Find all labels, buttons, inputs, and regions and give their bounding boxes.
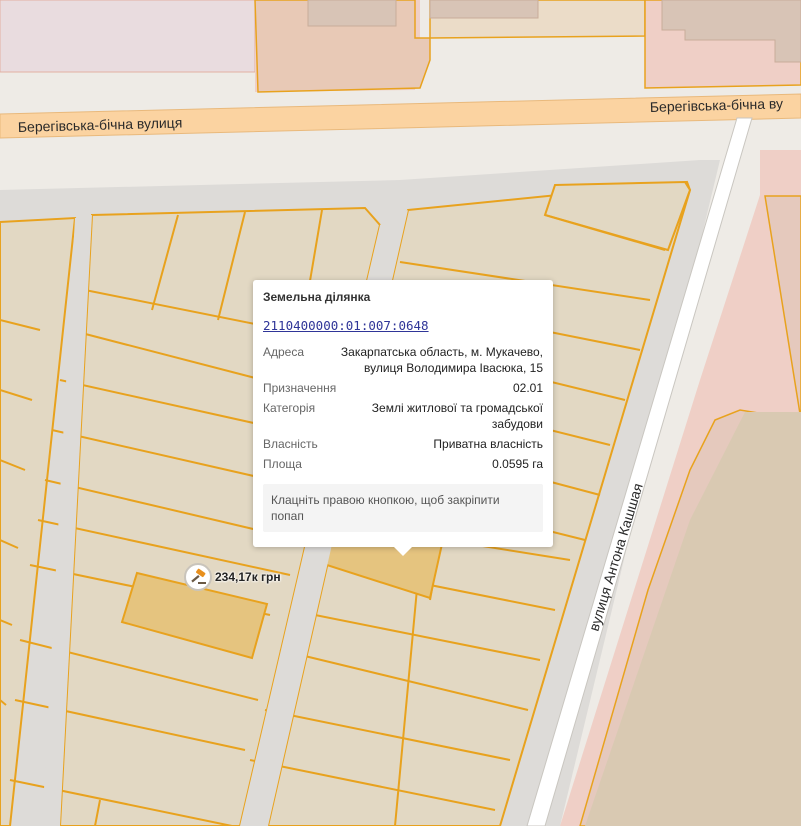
building: [429, 0, 539, 19]
property-row-address: Адреса Закарпатська область, м. Мукачево…: [263, 344, 543, 376]
property-value: Закарпатська область, м. Мукачево, вулиц…: [340, 345, 543, 375]
auction-marker[interactable]: 234,17к грн: [184, 563, 281, 591]
residential-area: [0, 0, 256, 73]
property-value: Землі житлової та громадської забудови: [371, 401, 543, 431]
property-key: Призначення: [263, 381, 337, 395]
property-key: Категорія: [263, 401, 316, 415]
cadastral-number-link[interactable]: 2110400000:01:007:0648: [263, 318, 429, 333]
building: [307, 0, 397, 27]
property-key: Власність: [263, 437, 318, 451]
property-row-ownership: Власність Приватна власність: [263, 436, 543, 452]
property-row-purpose: Призначення 02.01: [263, 380, 543, 396]
property-row-area: Площа 0.0595 га: [263, 456, 543, 472]
property-value: Приватна власність: [433, 437, 543, 451]
property-row-category: Категорія Землі житлової та громадської …: [263, 400, 543, 432]
auction-price: 234,17к грн: [215, 570, 281, 584]
popup-pointer: [393, 546, 413, 556]
property-key: Площа: [263, 457, 302, 471]
pin-popup-hint: Клацніть правою кнопкою, щоб закріпити п…: [263, 484, 543, 532]
parcel-popup[interactable]: Земельна ділянка 2110400000:01:007:0648 …: [253, 280, 553, 556]
popup-title: Земельна ділянка: [263, 290, 371, 304]
property-value: 0.0595 га: [492, 457, 543, 471]
property-value: 02.01: [512, 381, 543, 395]
gavel-icon[interactable]: [184, 563, 212, 591]
property-key: Адреса: [263, 345, 305, 359]
